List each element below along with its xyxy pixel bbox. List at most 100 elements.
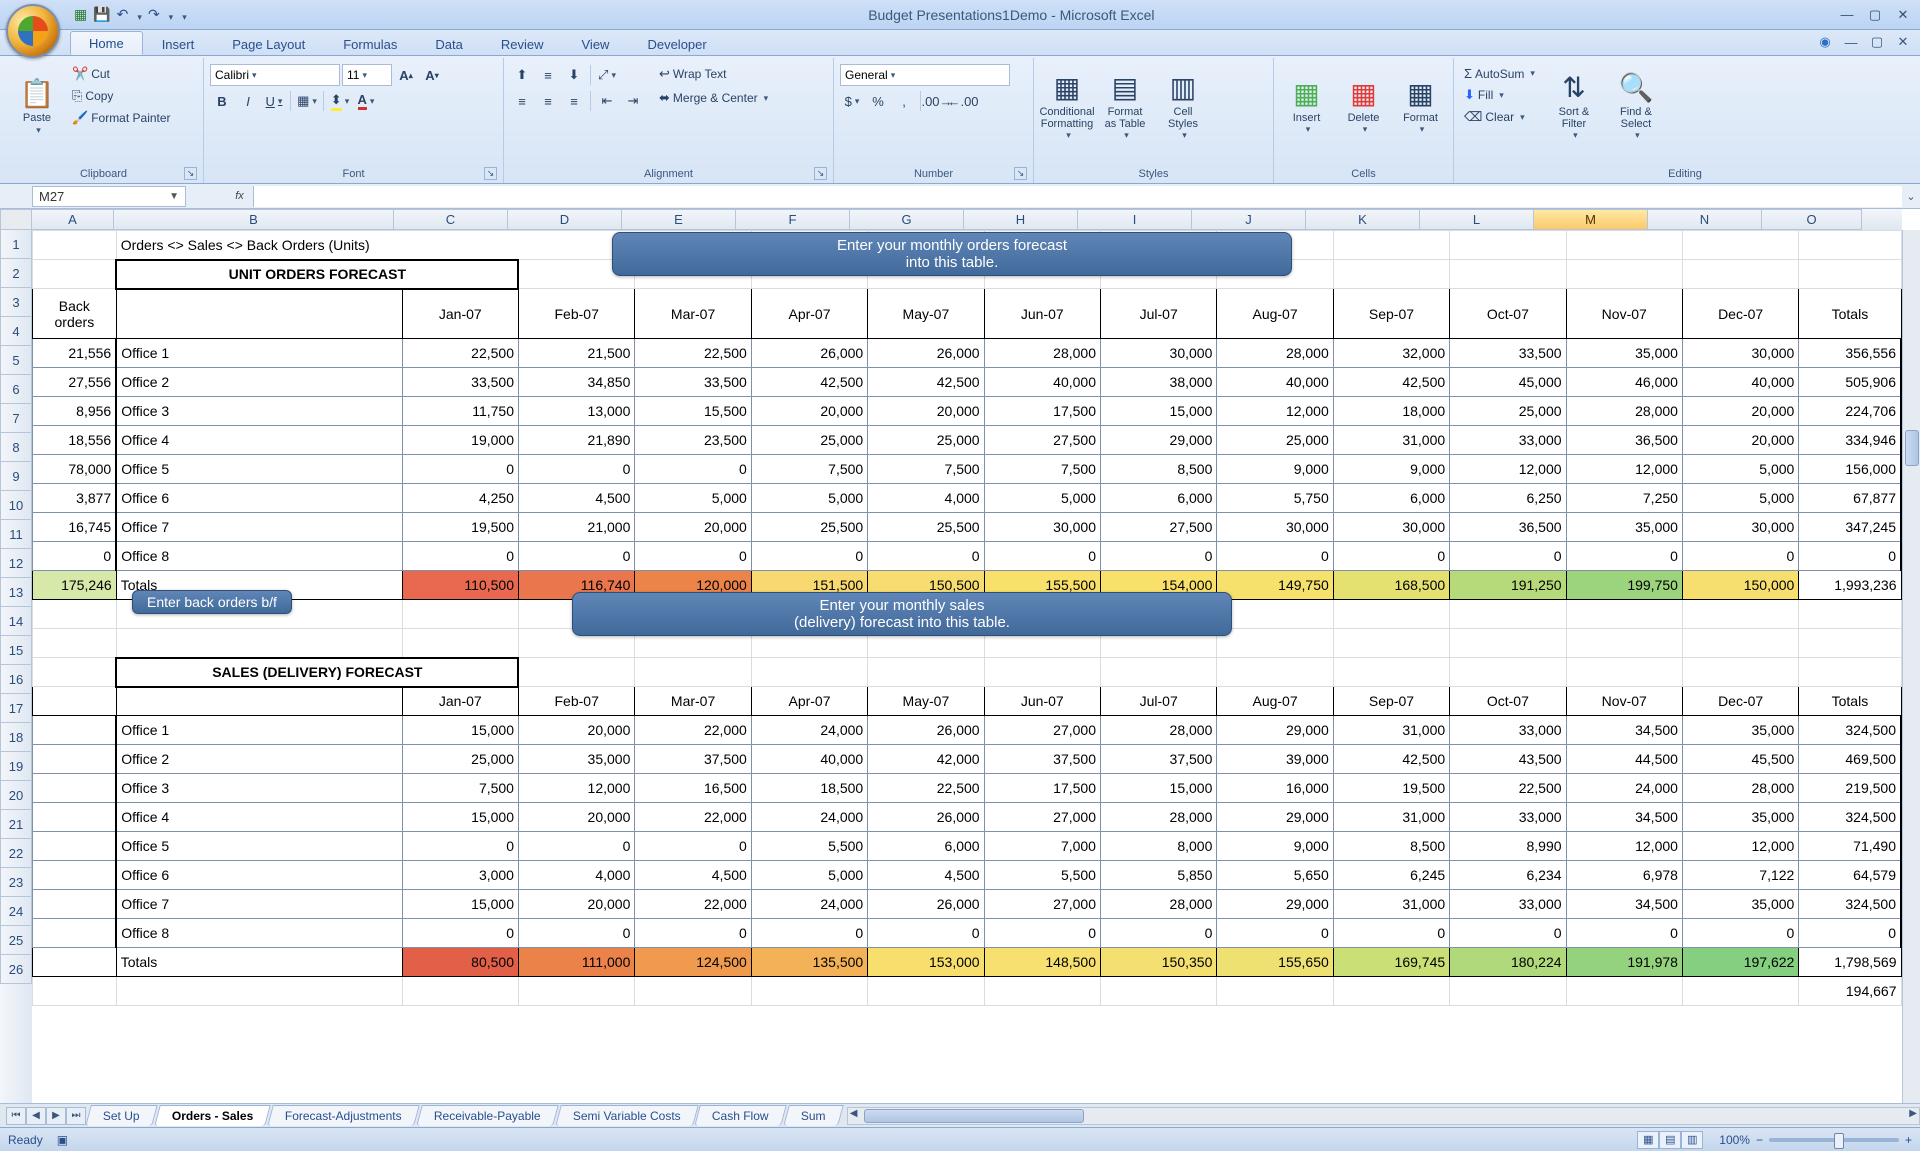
cell[interactable]: [1100, 977, 1216, 1006]
cell[interactable]: 25,500: [751, 513, 867, 542]
cell[interactable]: [1217, 629, 1333, 658]
tab-view[interactable]: View: [563, 32, 629, 55]
cell[interactable]: 18,500: [751, 774, 867, 803]
cell[interactable]: [1566, 260, 1682, 289]
cell[interactable]: 5,500: [751, 832, 867, 861]
format-as-table-button[interactable]: ▤Format as Table: [1098, 60, 1152, 152]
cell[interactable]: 30,000: [984, 513, 1100, 542]
cell[interactable]: 23,500: [635, 426, 751, 455]
cell[interactable]: 24,000: [751, 890, 867, 919]
name-box-dropdown-icon[interactable]: ▼: [169, 191, 179, 202]
column-header-I[interactable]: I: [1078, 209, 1192, 230]
row-header-14[interactable]: 14: [0, 607, 32, 636]
cell[interactable]: 219,500: [1799, 774, 1901, 803]
cell[interactable]: Jul-07: [1100, 687, 1216, 716]
row-header-12[interactable]: 12: [0, 549, 32, 578]
cell[interactable]: Nov-07: [1566, 289, 1682, 339]
copy-button[interactable]: ⎘Copy: [68, 86, 175, 106]
cell[interactable]: Dec-07: [1682, 289, 1798, 339]
cell[interactable]: UNIT ORDERS FORECAST: [116, 260, 518, 289]
cell[interactable]: 5,750: [1217, 484, 1333, 513]
row-header-8[interactable]: 8: [0, 433, 32, 462]
fx-button[interactable]: fx: [226, 186, 254, 207]
close-button[interactable]: ✕: [1892, 7, 1914, 23]
row-header-22[interactable]: 22: [0, 839, 32, 868]
row-header-3[interactable]: 3: [0, 288, 32, 317]
horizontal-scrollbar[interactable]: ◀ ▶: [847, 1107, 1920, 1125]
cell[interactable]: 26,000: [868, 716, 984, 745]
row-header-18[interactable]: 18: [0, 723, 32, 752]
cell[interactable]: 6,000: [1333, 484, 1449, 513]
sheet-tab-sum[interactable]: Sum: [783, 1105, 843, 1126]
redo-icon[interactable]: ↷: [148, 6, 160, 23]
cell[interactable]: 42,000: [868, 745, 984, 774]
cell[interactable]: Apr-07: [751, 687, 867, 716]
tab-formulas[interactable]: Formulas: [324, 32, 416, 55]
column-header-L[interactable]: L: [1420, 209, 1534, 230]
cell[interactable]: 148,500: [984, 948, 1100, 977]
cell[interactable]: 19,500: [1333, 774, 1449, 803]
cell[interactable]: 15,000: [1100, 774, 1216, 803]
cell[interactable]: 22,000: [635, 803, 751, 832]
cell[interactable]: [868, 658, 984, 687]
sheet-nav-first-icon[interactable]: ⏮: [6, 1107, 26, 1125]
cell[interactable]: 22,500: [1450, 774, 1566, 803]
cell[interactable]: 26,000: [868, 890, 984, 919]
cell[interactable]: 71,490: [1799, 832, 1901, 861]
cell[interactable]: 124,500: [635, 948, 751, 977]
cell[interactable]: 7,500: [868, 455, 984, 484]
cell[interactable]: [1799, 231, 1901, 260]
column-header-F[interactable]: F: [736, 209, 850, 230]
cell[interactable]: 12,000: [1566, 832, 1682, 861]
cell[interactable]: 0: [518, 542, 634, 571]
cell[interactable]: 27,000: [984, 803, 1100, 832]
cell[interactable]: May-07: [868, 687, 984, 716]
cell[interactable]: 0: [1566, 919, 1682, 948]
zoom-slider[interactable]: [1769, 1138, 1899, 1142]
cell[interactable]: 26,000: [868, 339, 984, 368]
cell[interactable]: 135,500: [751, 948, 867, 977]
cell[interactable]: 31,000: [1333, 426, 1449, 455]
align-left-button[interactable]: ≡: [510, 90, 534, 112]
cell[interactable]: [116, 977, 402, 1006]
cell[interactable]: 31,000: [1333, 803, 1449, 832]
row-header-2[interactable]: 2: [0, 259, 32, 288]
row-header-16[interactable]: 16: [0, 665, 32, 694]
cell[interactable]: [33, 745, 117, 774]
sheet-nav-last-icon[interactable]: ⏭: [66, 1107, 86, 1125]
cell[interactable]: 6,245: [1333, 861, 1449, 890]
cell[interactable]: Office 2: [116, 745, 402, 774]
cell[interactable]: 18,556: [33, 426, 117, 455]
row-header-4[interactable]: 4: [0, 317, 32, 346]
cell[interactable]: 1,798,569: [1799, 948, 1901, 977]
cell[interactable]: [1100, 658, 1216, 687]
cell[interactable]: 1,993,236: [1799, 571, 1901, 600]
row-header-19[interactable]: 19: [0, 752, 32, 781]
cell[interactable]: 28,000: [984, 339, 1100, 368]
cell[interactable]: 16,000: [1217, 774, 1333, 803]
sheet-tab-forecast-adjustments[interactable]: Forecast-Adjustments: [267, 1105, 419, 1126]
column-header-N[interactable]: N: [1648, 209, 1762, 230]
cell[interactable]: Office 4: [116, 803, 402, 832]
cell[interactable]: 0: [984, 919, 1100, 948]
cell[interactable]: [751, 977, 867, 1006]
cell[interactable]: [33, 977, 117, 1006]
cell[interactable]: [33, 716, 117, 745]
cell[interactable]: 40,000: [984, 368, 1100, 397]
cell[interactable]: 25,000: [868, 426, 984, 455]
cell[interactable]: [751, 658, 867, 687]
cell[interactable]: 34,500: [1566, 716, 1682, 745]
cell[interactable]: 150,000: [1682, 571, 1798, 600]
cell[interactable]: 6,978: [1566, 861, 1682, 890]
row-header-5[interactable]: 5: [0, 346, 32, 375]
column-header-A[interactable]: A: [32, 209, 114, 230]
tab-review[interactable]: Review: [482, 32, 563, 55]
cell[interactable]: 22,500: [868, 774, 984, 803]
align-top-button[interactable]: ⬆: [510, 64, 534, 86]
conditional-formatting-button[interactable]: ▦Conditional Formatting: [1040, 60, 1094, 152]
cell[interactable]: 27,000: [984, 890, 1100, 919]
cell[interactable]: 8,500: [1333, 832, 1449, 861]
alignment-launcher-icon[interactable]: ↘: [814, 167, 827, 180]
cell[interactable]: 0: [1566, 542, 1682, 571]
cell[interactable]: 42,500: [868, 368, 984, 397]
